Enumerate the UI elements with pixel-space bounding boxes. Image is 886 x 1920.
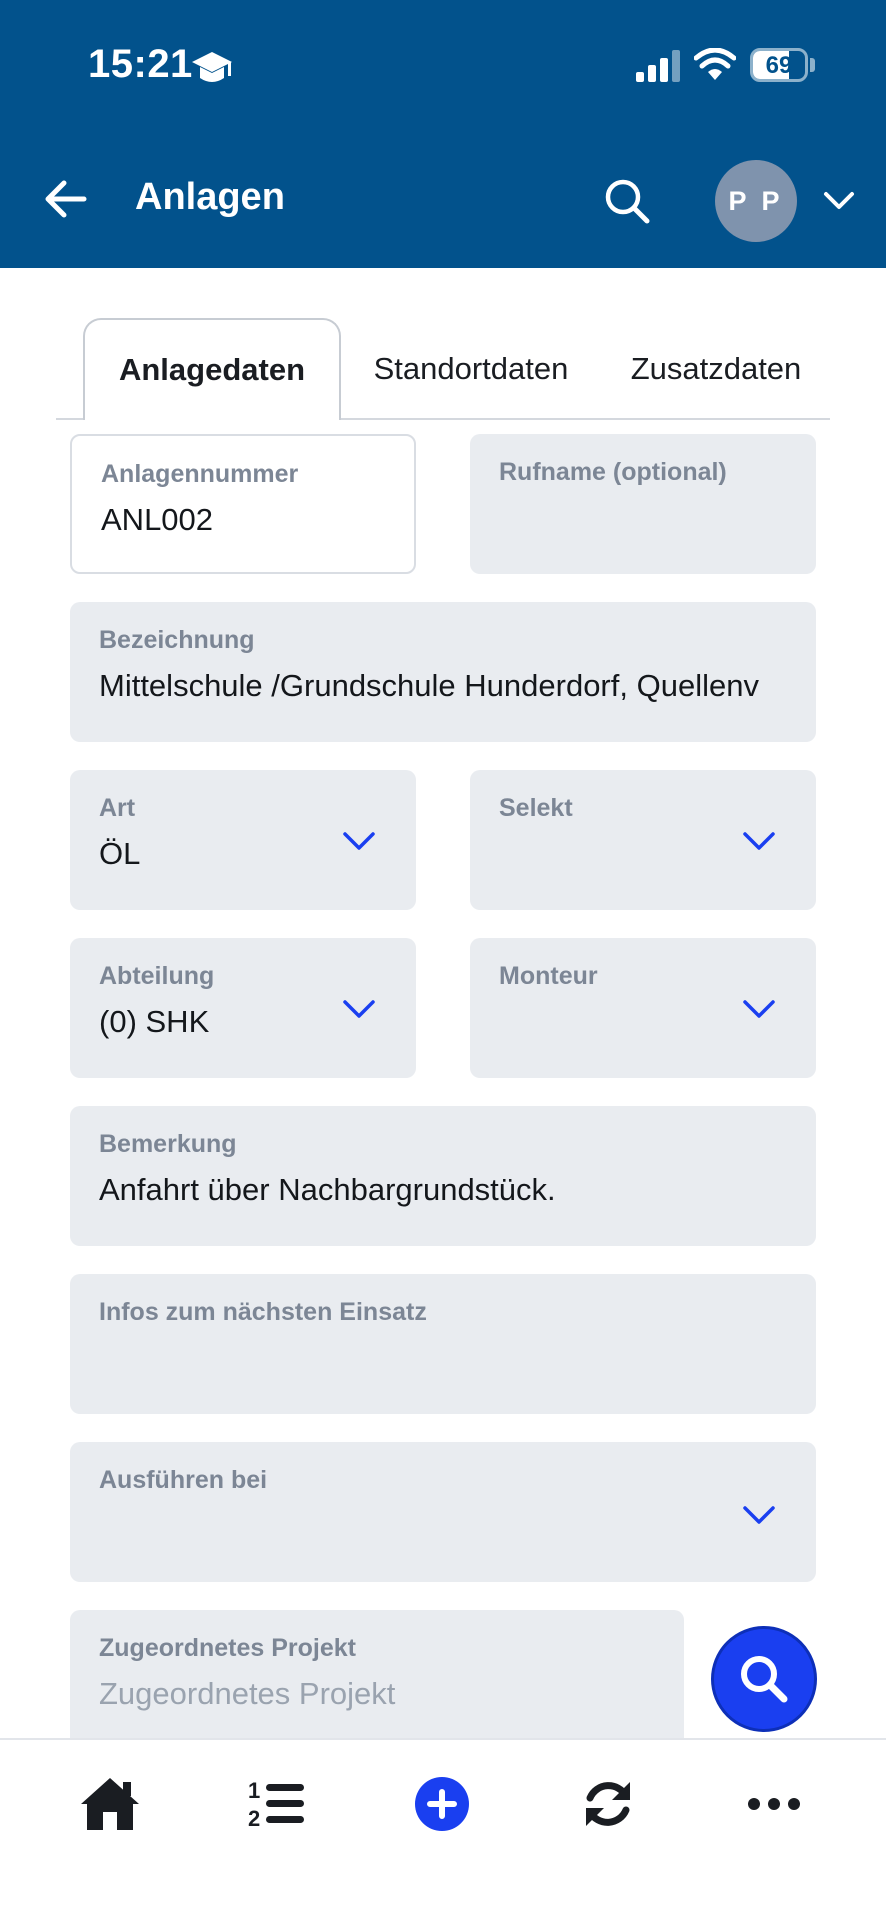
tab-zusatzdaten[interactable]: Zusatzdaten bbox=[602, 318, 830, 420]
field-label: Bezeichnung bbox=[99, 626, 255, 654]
field-label: Art bbox=[99, 794, 136, 822]
app-header: 15:21 69 Anlagen P P bbox=[0, 0, 886, 268]
tab-standortdaten[interactable]: Standortdaten bbox=[346, 318, 596, 420]
chevron-down-icon[interactable] bbox=[822, 186, 856, 216]
chevron-down-icon bbox=[743, 832, 775, 850]
field-value: Anfahrt über Nachbargrundstück. bbox=[99, 1172, 556, 1207]
nav-more[interactable] bbox=[738, 1768, 810, 1840]
abteilung-select[interactable]: Abteilung (0) SHK bbox=[70, 938, 416, 1078]
battery-level: 69 bbox=[765, 52, 793, 79]
sync-icon bbox=[586, 1782, 630, 1826]
svg-text:2: 2 bbox=[248, 1806, 260, 1831]
field-label: Ausführen bei bbox=[99, 1466, 268, 1494]
field-label: Rufname (optional) bbox=[499, 458, 727, 486]
tab-anlagedaten[interactable]: Anlagedaten bbox=[83, 318, 341, 420]
bemerkung-field[interactable]: Bemerkung Anfahrt über Nachbargrundstück… bbox=[70, 1106, 816, 1246]
project-search-button[interactable] bbox=[711, 1626, 817, 1732]
chevron-down-icon bbox=[743, 1000, 775, 1018]
wifi-icon bbox=[694, 48, 736, 80]
status-time: 15:21 bbox=[88, 42, 193, 86]
back-arrow-icon[interactable] bbox=[40, 172, 94, 226]
selekt-select[interactable]: Selekt bbox=[470, 770, 816, 910]
nav-add[interactable] bbox=[406, 1768, 478, 1840]
signal-icon bbox=[636, 50, 680, 82]
bottom-navigation: 1 2 bbox=[0, 1738, 886, 1920]
infos-field[interactable]: Infos zum nächsten Einsatz bbox=[70, 1274, 816, 1414]
field-label: Abteilung bbox=[99, 962, 215, 990]
chevron-down-icon bbox=[343, 832, 375, 850]
page-title: Anlagen bbox=[135, 176, 285, 218]
field-label: Zugeordnetes Projekt bbox=[99, 1634, 356, 1662]
battery-icon: 69 bbox=[750, 48, 808, 82]
chevron-down-icon bbox=[743, 1506, 775, 1524]
bezeichnung-field[interactable]: Bezeichnung Mittelschule /Grundschule Hu… bbox=[70, 602, 816, 742]
nav-sync[interactable] bbox=[572, 1768, 644, 1840]
field-label: Monteur bbox=[499, 962, 598, 990]
avatar[interactable]: P P bbox=[715, 160, 797, 242]
field-label: Bemerkung bbox=[99, 1130, 237, 1158]
projekt-field[interactable]: Zugeordnetes Projekt Zugeordnetes Projek… bbox=[70, 1610, 684, 1738]
svg-text:1: 1 bbox=[248, 1778, 260, 1803]
graduation-cap-icon bbox=[192, 52, 232, 82]
add-icon bbox=[415, 1777, 469, 1831]
home-icon bbox=[81, 1778, 139, 1830]
field-value: Mittelschule /Grundschule Hunderdorf, Qu… bbox=[99, 668, 759, 703]
anlagennummer-field[interactable]: Anlagennummer ANL002 bbox=[70, 434, 416, 574]
field-label: Infos zum nächsten Einsatz bbox=[99, 1298, 427, 1326]
more-icon bbox=[748, 1798, 800, 1810]
chevron-down-icon bbox=[343, 1000, 375, 1018]
search-icon bbox=[741, 1656, 788, 1703]
ausfuehren-select[interactable]: Ausführen bei bbox=[70, 1442, 816, 1582]
search-icon[interactable] bbox=[600, 174, 654, 228]
field-value: ANL002 bbox=[101, 502, 214, 537]
field-label: Anlagennummer bbox=[101, 460, 299, 488]
rufname-field[interactable]: Rufname (optional) bbox=[470, 434, 816, 574]
field-label: Selekt bbox=[499, 794, 573, 822]
nav-home[interactable] bbox=[74, 1768, 146, 1840]
nav-list[interactable]: 1 2 bbox=[240, 1768, 312, 1840]
battery-nub bbox=[810, 58, 815, 72]
monteur-select[interactable]: Monteur bbox=[470, 938, 816, 1078]
numbered-list-icon: 1 2 bbox=[248, 1778, 304, 1831]
field-placeholder: Zugeordnetes Projekt bbox=[99, 1676, 396, 1711]
art-select[interactable]: Art ÖL bbox=[70, 770, 416, 910]
